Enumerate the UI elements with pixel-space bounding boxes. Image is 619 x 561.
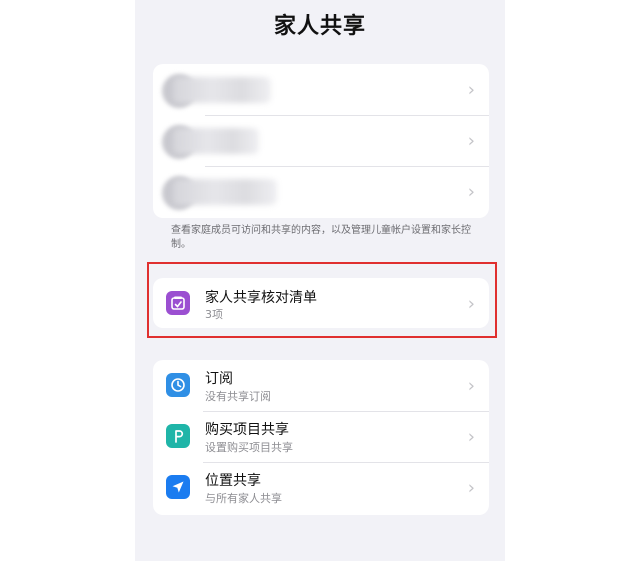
sharing-services-list: 订阅 没有共享订阅 › 购买项目共享 设置购买项目共享 › 位置共享 与所有家人… (153, 360, 489, 515)
chevron-right-icon: › (467, 426, 475, 447)
purchase-sharing-icon (166, 424, 190, 448)
purchase-sharing-title: 购买项目共享 (205, 422, 289, 438)
member-name-redacted (173, 179, 277, 205)
location-sharing-row[interactable]: 位置共享 与所有家人共享 › (153, 462, 489, 513)
chevron-right-icon: › (467, 477, 475, 498)
family-member-row[interactable]: › (153, 166, 489, 217)
member-name-redacted (173, 128, 259, 154)
location-sharing-subtitle: 与所有家人共享 (205, 492, 282, 505)
family-member-row[interactable]: › (153, 115, 489, 166)
subscriptions-title: 订阅 (205, 371, 233, 387)
chevron-right-icon: › (467, 375, 475, 396)
location-sharing-title: 位置共享 (205, 473, 261, 489)
subscriptions-row[interactable]: 订阅 没有共享订阅 › (153, 360, 489, 411)
highlight-annotation-box (147, 262, 497, 338)
chevron-right-icon: › (467, 181, 475, 202)
family-member-row[interactable]: › (153, 64, 489, 115)
location-arrow-icon (166, 475, 190, 499)
chevron-right-icon: › (467, 130, 475, 151)
chevron-right-icon: › (467, 79, 475, 100)
family-members-list: › › › (153, 64, 489, 218)
family-sharing-footnote: 查看家庭成员可访问和共享的内容，以及管理儿童帐户设置和家长控制。 (171, 225, 471, 250)
member-name-redacted (173, 77, 271, 103)
purchase-sharing-row[interactable]: 购买项目共享 设置购买项目共享 › (153, 411, 489, 462)
page-title: 家人共享 (273, 14, 366, 39)
purchase-sharing-subtitle: 设置购买项目共享 (205, 441, 293, 454)
subscription-icon (166, 373, 190, 397)
subscriptions-subtitle: 没有共享订阅 (205, 390, 271, 403)
